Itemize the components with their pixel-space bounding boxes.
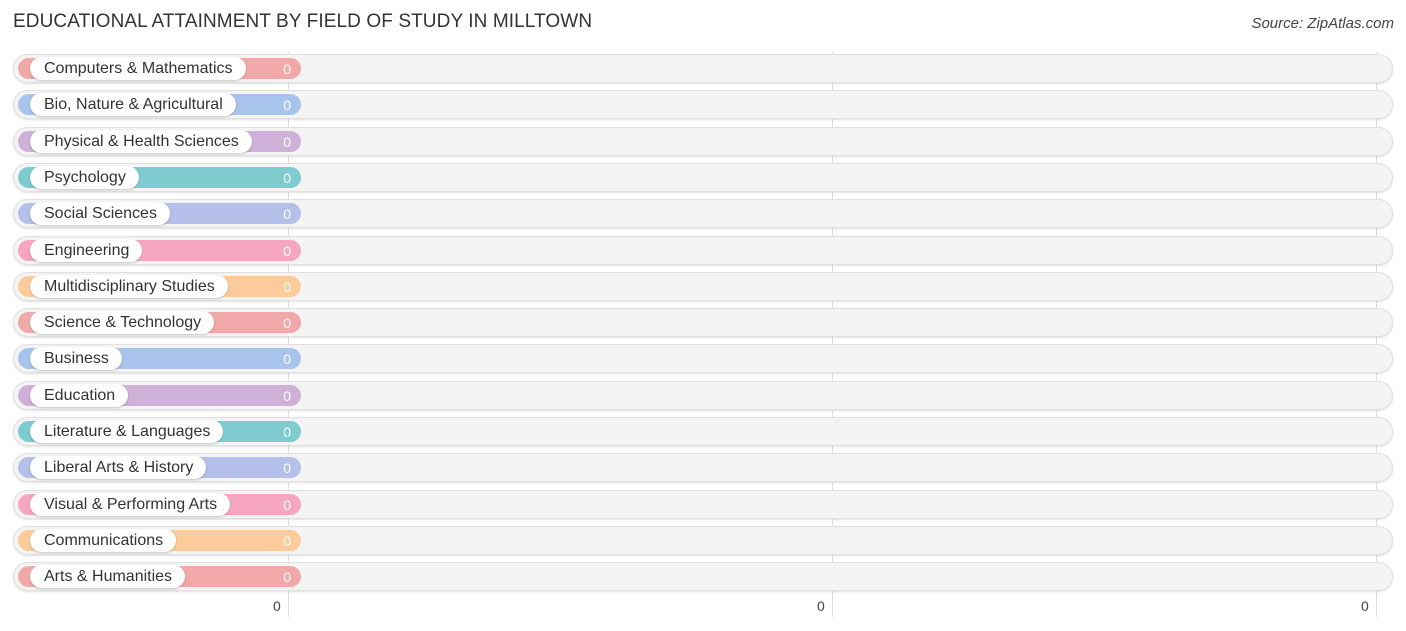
- value-label: 0: [283, 460, 291, 476]
- value-label: 0: [283, 388, 291, 404]
- bar-row: Liberal Arts & History 0: [13, 453, 1393, 482]
- bar-row: Physical & Health Sciences 0: [13, 127, 1393, 156]
- bar-row: Psychology 0: [13, 163, 1393, 192]
- bar-row: Multidisciplinary Studies 0: [13, 272, 1393, 301]
- value-label: 0: [283, 134, 291, 150]
- bar-row: Engineering 0: [13, 236, 1393, 265]
- x-tick-label: 0: [273, 598, 281, 614]
- bar-row: Computers & Mathematics 0: [13, 54, 1393, 83]
- bar-row: Education 0: [13, 381, 1393, 410]
- value-label: 0: [283, 424, 291, 440]
- value-label: 0: [283, 351, 291, 367]
- source-label: Source: ZipAtlas.com: [1251, 15, 1394, 32]
- value-label: 0: [283, 206, 291, 222]
- value-label: 0: [283, 170, 291, 186]
- bar-row: Visual & Performing Arts 0: [13, 490, 1393, 519]
- value-label: 0: [283, 61, 291, 77]
- value-label: 0: [283, 569, 291, 585]
- bar-row: Communications 0: [13, 526, 1393, 555]
- bar-row: Science & Technology 0: [13, 308, 1393, 337]
- bar-row: Literature & Languages 0: [13, 417, 1393, 446]
- value-label: 0: [283, 243, 291, 259]
- bar-row: Arts & Humanities 0: [13, 562, 1393, 591]
- value-label: 0: [283, 315, 291, 331]
- bar-row: Business 0: [13, 344, 1393, 373]
- value-label: 0: [283, 97, 291, 113]
- x-tick-label: 0: [817, 598, 825, 614]
- bar-row: Social Sciences 0: [13, 199, 1393, 228]
- value-label: 0: [283, 533, 291, 549]
- value-label: 0: [283, 279, 291, 295]
- bar-row: Bio, Nature & Agricultural 0: [13, 90, 1393, 119]
- x-tick-label: 0: [1361, 598, 1369, 614]
- chart-title: EDUCATIONAL ATTAINMENT BY FIELD OF STUDY…: [13, 11, 593, 32]
- value-label: 0: [283, 497, 291, 513]
